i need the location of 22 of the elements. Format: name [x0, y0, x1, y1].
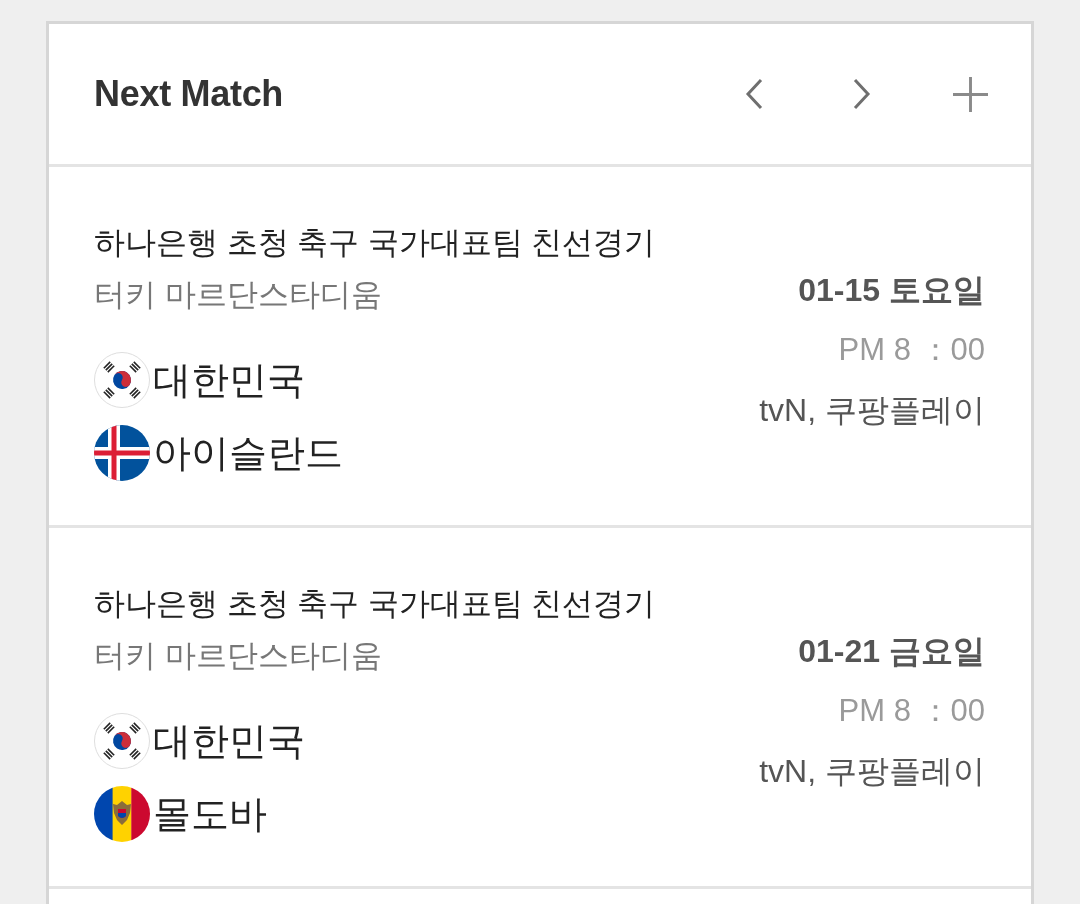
broadcaster-text: tvN, 쿠팡플레이 — [759, 391, 985, 430]
match-time: PM 8 ：00 — [838, 692, 985, 730]
south-korea-flag-icon — [94, 713, 150, 769]
venue-text: 터키 마르단스타디움 — [94, 276, 383, 314]
match-date: 01-15 토요일 — [798, 271, 985, 310]
match-time: PM 8 ：00 — [838, 331, 985, 369]
chevron-left-icon — [744, 78, 764, 110]
broadcaster-text: tvN, 쿠팡플레이 — [759, 752, 985, 791]
team-name: 아이슬란드 — [153, 431, 343, 476]
section-title: Next Match — [94, 73, 284, 115]
plus-icon — [952, 76, 988, 112]
moldova-flag-icon — [94, 786, 150, 842]
chevron-right-icon — [852, 78, 872, 110]
match-date: 01-21 금요일 — [798, 632, 985, 671]
venue-text: 터키 마르단스타디움 — [94, 637, 383, 675]
team-name: 대한민국 — [153, 719, 305, 764]
match-title: 하나은행 초청 축구 국가대표팀 친선경기 — [94, 585, 656, 623]
team-name: 대한민국 — [153, 358, 305, 403]
match-title: 하나은행 초청 축구 국가대표팀 친선경기 — [94, 224, 656, 262]
south-korea-flag-icon — [94, 352, 150, 408]
iceland-flag-icon — [94, 425, 150, 481]
team-name: 몰도바 — [153, 792, 267, 837]
